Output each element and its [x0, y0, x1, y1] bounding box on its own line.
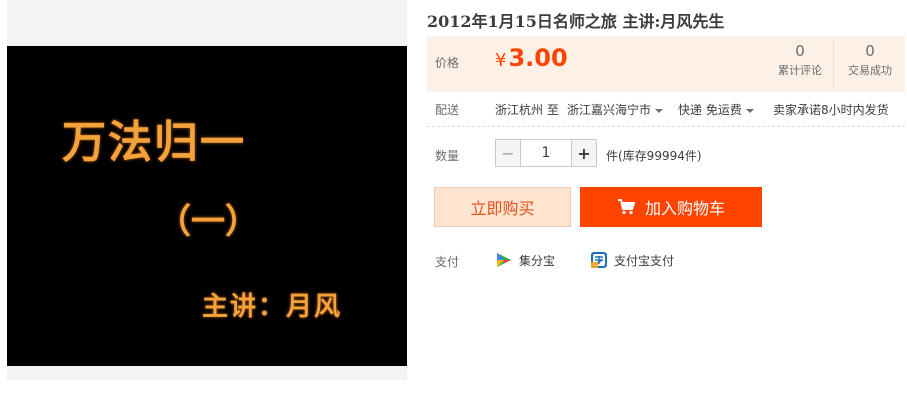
add-to-cart-button[interactable]: 加入购物车	[580, 187, 762, 227]
sales-stat[interactable]: 0 交易成功	[839, 42, 901, 78]
quantity-decrease-button[interactable]: −	[495, 139, 521, 167]
chevron-down-icon	[655, 108, 664, 113]
shipping-destination: 浙江嘉兴海宁市	[567, 103, 652, 117]
section-divider	[427, 126, 905, 127]
payment-option-alipay[interactable]: 支付宝支付	[590, 251, 674, 269]
buy-now-button[interactable]: 立即购买	[434, 187, 571, 227]
reviews-stat[interactable]: 0 累计评论	[769, 42, 831, 78]
payment-option-alipay-label: 支付宝支付	[614, 253, 675, 268]
shipping-destination-select[interactable]: 浙江嘉兴海宁市	[567, 101, 664, 118]
product-title: 2012年1月15日名师之旅 主讲:月风先生	[427, 12, 725, 31]
cart-icon	[617, 199, 635, 215]
price-value: ¥3.00	[495, 44, 568, 72]
price-amount: 3.00	[508, 44, 568, 72]
product-page: 万法归一 （一） 主讲：月风 2012年1月15日名师之旅 主讲:月风先生 价格…	[0, 0, 907, 403]
add-to-cart-label: 加入购物车	[644, 199, 725, 218]
reviews-count: 0	[795, 42, 805, 60]
payment-option-jifenbao-label: 集分宝	[519, 253, 556, 268]
shipping-method: 快递 免运费	[678, 103, 742, 117]
jifenbao-icon	[497, 253, 511, 267]
sales-label: 交易成功	[848, 64, 892, 77]
price-box: 价格 ¥3.00 0 累计评论 0 交易成功	[427, 36, 905, 92]
stat-divider	[833, 40, 834, 88]
chevron-down-icon	[745, 108, 754, 113]
shipping-promise: 卖家承诺8小时内发货	[773, 103, 889, 117]
shipping-method-select[interactable]: 快递 免运费	[678, 101, 754, 118]
shipping-from: 浙江杭州 至	[495, 103, 559, 117]
sales-count: 0	[865, 42, 875, 60]
quantity-increase-button[interactable]: +	[571, 139, 597, 167]
alipay-icon	[591, 252, 607, 268]
quantity-label: 数量	[435, 149, 460, 163]
shipping-label: 配送	[435, 103, 460, 117]
video-title: 万法归一	[62, 117, 246, 168]
reviews-label: 累计评论	[778, 64, 822, 77]
currency-symbol: ¥	[495, 50, 507, 71]
price-label: 价格	[435, 56, 460, 70]
payment-label: 支付	[435, 255, 460, 269]
stock-info: 件(库存99994件)	[606, 149, 702, 163]
quantity-input[interactable]: 1	[521, 139, 571, 167]
product-image[interactable]: 万法归一 （一） 主讲：月风	[7, 46, 407, 366]
payment-option-jifenbao[interactable]: 集分宝	[495, 251, 555, 269]
video-subtitle: （一）	[157, 202, 259, 242]
quantity-stepper: − 1 +	[495, 139, 597, 167]
video-speaker: 主讲：月风	[202, 292, 343, 322]
